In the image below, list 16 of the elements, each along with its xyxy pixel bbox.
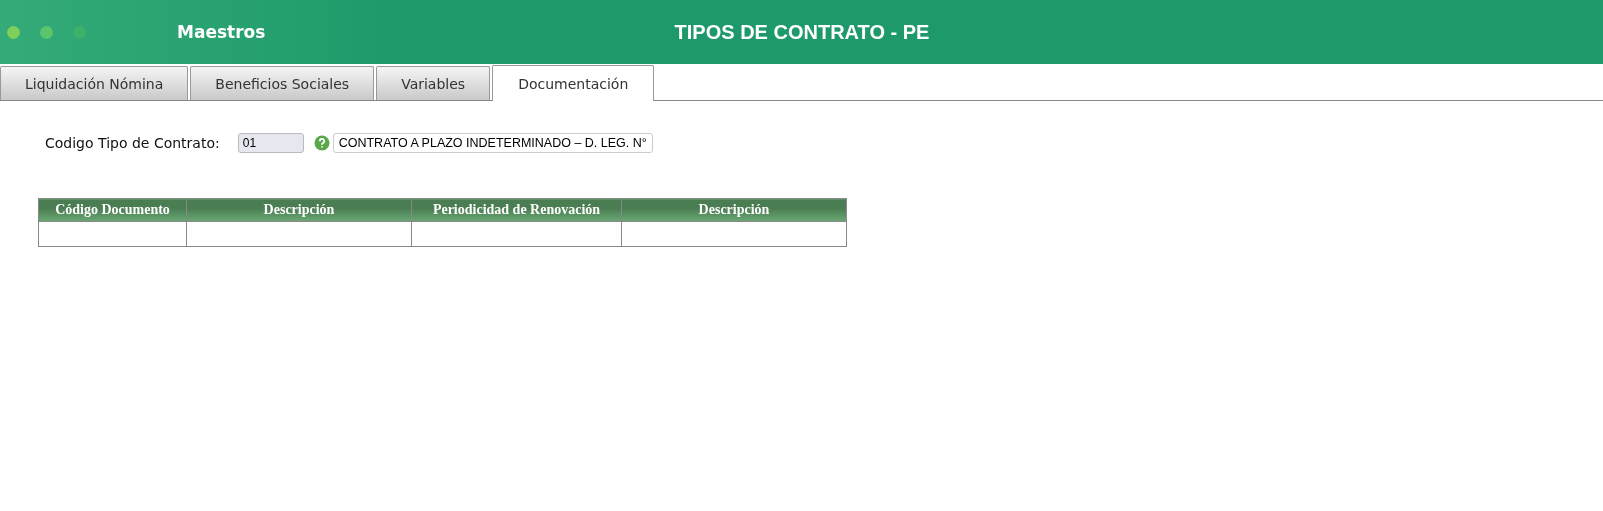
description-field[interactable]: CONTRATO A PLAZO INDETERMINADO – D. LEG. N° bbox=[332, 133, 653, 153]
field-label: Codigo Tipo de Contrato: bbox=[45, 135, 220, 151]
code-field[interactable]: 01 bbox=[237, 133, 304, 153]
tab[interactable]: Variables bbox=[376, 66, 491, 100]
tab[interactable]: Liquidación Nómina bbox=[0, 66, 189, 100]
column-header: Descripción bbox=[186, 198, 412, 222]
tab[interactable]: Beneficios Sociales bbox=[190, 66, 375, 100]
column-header: Código Documento bbox=[38, 198, 187, 222]
tab[interactable]: Documentación bbox=[492, 65, 655, 101]
window-dot-icon bbox=[7, 25, 20, 39]
help-icon[interactable] bbox=[313, 135, 330, 151]
window-dot-icon bbox=[40, 25, 53, 39]
section-title: Maestros bbox=[177, 22, 266, 42]
page-title: TIPOS DE CONTRATO - PE bbox=[674, 20, 930, 44]
column-header: Periodicidad de Renovación bbox=[411, 198, 622, 222]
column-header: Descripción bbox=[621, 198, 847, 222]
